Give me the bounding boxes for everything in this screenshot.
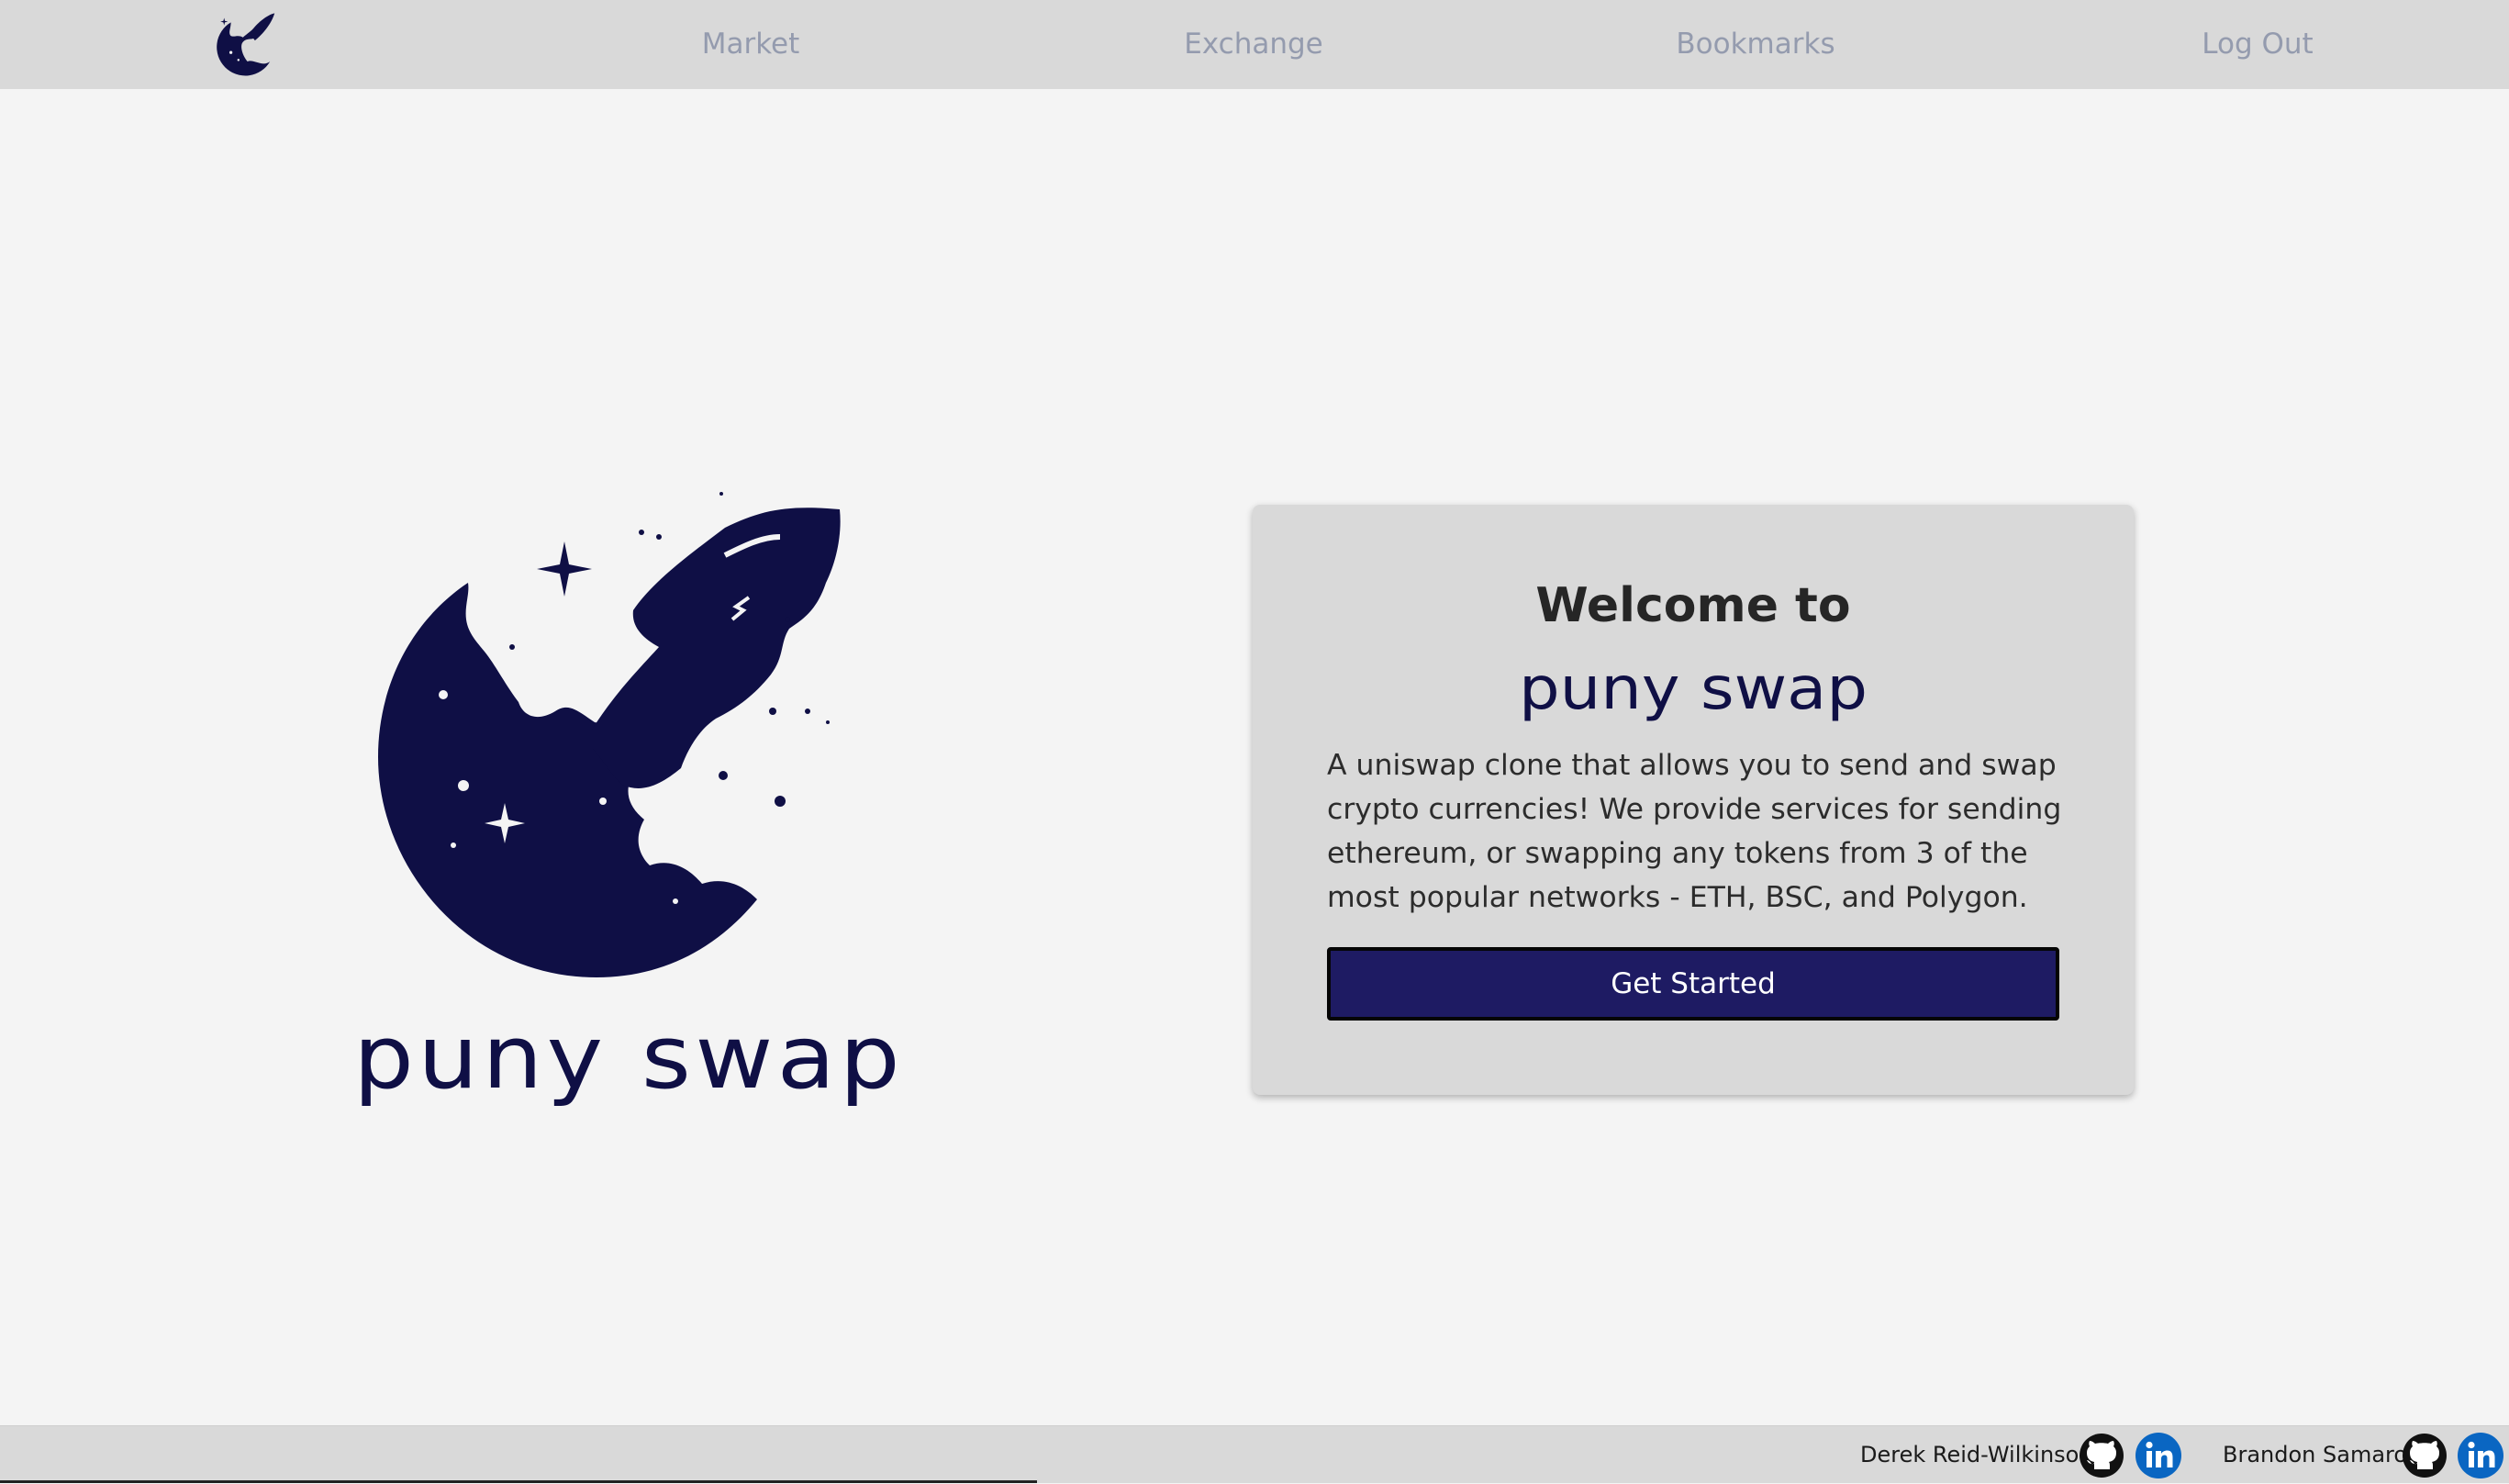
github-icon[interactable] (2079, 1433, 2124, 1478)
welcome-card: Welcome to puny swap A uniswap clone tha… (1253, 505, 2134, 1095)
footer: Derek Reid-Wilkinson Brandon Samaroo (0, 1425, 2509, 1483)
card-description: A uniswap clone that allows you to send … (1327, 749, 2062, 914)
linkedin-icon[interactable] (2458, 1433, 2503, 1478)
svg-text:puny swap: puny swap (353, 1010, 904, 1109)
puny-swap-wordmark: puny swap (353, 1010, 904, 1109)
nav-link-exchange[interactable]: Exchange (1184, 0, 1322, 89)
welcome-title: Welcome to (1535, 578, 1851, 633)
card-brand-wordmark: puny swap (1519, 655, 1868, 723)
nav-link-bookmarks[interactable]: Bookmarks (1676, 0, 1834, 89)
github-icon[interactable] (2402, 1433, 2448, 1478)
get-started-button[interactable]: Get Started (1327, 947, 2059, 1021)
svg-text:puny swap: puny swap (1519, 655, 1868, 723)
nav-link-log-out[interactable]: Log Out (2202, 0, 2313, 89)
linkedin-icon[interactable] (2135, 1433, 2181, 1478)
puny-swap-logo-icon[interactable] (206, 7, 285, 83)
navbar: Market Exchange Bookmarks Log Out (0, 0, 2509, 89)
author-name-derek: Derek Reid-Wilkinson (1860, 1442, 2093, 1467)
author-name-brandon: Brandon Samaroo (2223, 1442, 2421, 1467)
nav-link-market[interactable]: Market (702, 0, 800, 89)
